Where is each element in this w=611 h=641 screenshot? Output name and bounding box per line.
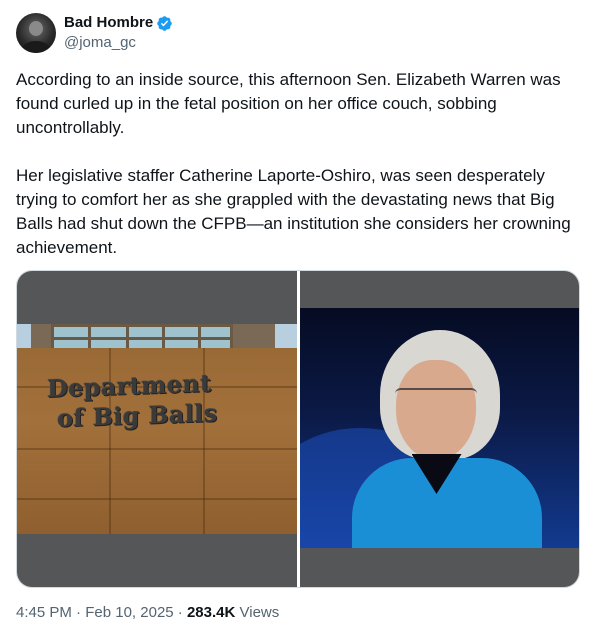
tweet-meta: 4:45 PM · Feb 10, 2025 · 283.4K Views: [16, 603, 279, 623]
meta-separator: ·: [177, 604, 183, 621]
avatar-head: [29, 21, 43, 36]
tweet-time[interactable]: 4:45 PM: [16, 604, 72, 621]
building-sign: Department of Big Balls: [47, 366, 277, 434]
user-handle[interactable]: @joma_gc: [64, 33, 173, 53]
tweet[interactable]: Bad Hombre @joma_gc According to an insi…: [0, 0, 611, 641]
tweet-paragraph: According to an inside source, this afte…: [16, 70, 561, 137]
verified-badge-icon: [157, 15, 172, 31]
building-photo: Department of Big Balls: [17, 324, 297, 534]
portrait-glasses: [394, 388, 477, 406]
facade-seam: [17, 448, 297, 450]
window-mullion: [126, 327, 129, 349]
tweet-paragraph: Her legislative staffer Catherine Laport…: [16, 166, 571, 257]
media-grid: Department of Big Balls: [16, 270, 580, 588]
facade-seam: [17, 498, 297, 500]
author-names: Bad Hombre @joma_gc: [64, 13, 173, 53]
window-bar: [54, 337, 230, 340]
tweet-date[interactable]: Feb 10, 2025: [85, 604, 173, 621]
avatar[interactable]: [16, 13, 56, 53]
portrait-face: [395, 360, 476, 460]
name-row: Bad Hombre: [64, 13, 173, 33]
window-mullion: [162, 327, 165, 349]
views-label: Views: [239, 604, 280, 621]
avatar-shoulders: [22, 41, 50, 53]
media-image-portrait[interactable]: [299, 271, 579, 587]
display-name[interactable]: Bad Hombre: [64, 13, 153, 33]
views-count[interactable]: 283.4K: [187, 604, 235, 621]
window-mullion: [88, 327, 91, 349]
tweet-header: Bad Hombre @joma_gc: [16, 12, 173, 54]
portrait-photo: [299, 308, 579, 548]
media-image-building[interactable]: Department of Big Balls: [17, 271, 297, 587]
window-mullion: [198, 327, 201, 349]
meta-separator: ·: [76, 604, 82, 621]
tweet-text: According to an inside source, this afte…: [16, 68, 591, 260]
